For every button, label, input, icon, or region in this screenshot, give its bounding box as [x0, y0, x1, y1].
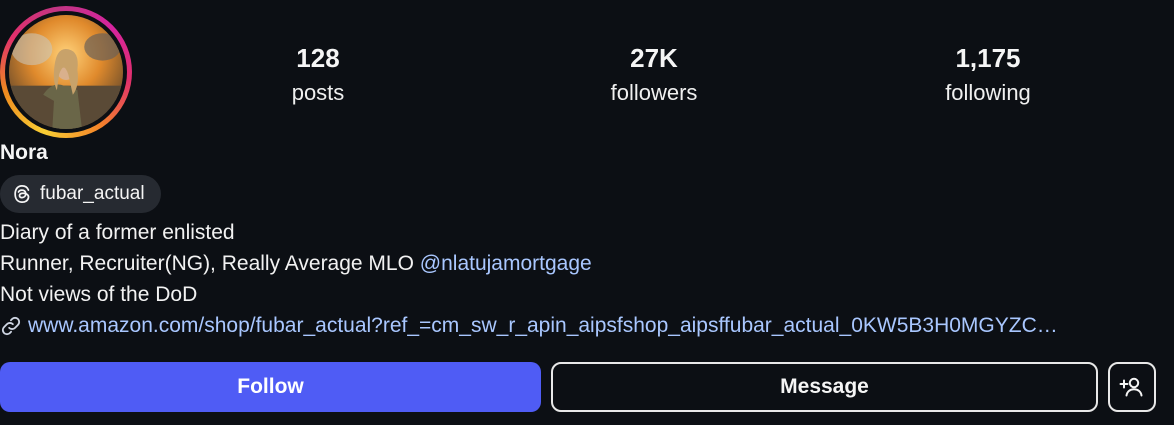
bio-line-2-text: Runner, Recruiter(NG), Really Average ML…	[0, 252, 420, 275]
threads-badge[interactable]: fubar_actual	[0, 175, 161, 213]
bio-line-3: Not views of the DoD	[0, 283, 198, 306]
followers-label[interactable]: followers	[554, 78, 754, 108]
follow-button[interactable]: Follow	[0, 362, 541, 412]
threads-handle: fubar_actual	[40, 183, 145, 204]
followers-stat[interactable]: 27K followers	[554, 42, 754, 108]
bio-line-1: Diary of a former enlisted	[0, 221, 235, 244]
posts-stat: 128 posts	[218, 42, 418, 108]
profile-avatar[interactable]	[0, 6, 132, 138]
bio-line-2: Runner, Recruiter(NG), Really Average ML…	[0, 248, 1174, 279]
message-button[interactable]: Message	[551, 362, 1098, 412]
link-icon	[1, 316, 21, 335]
following-count[interactable]: 1,175	[888, 42, 1088, 74]
bio-external-link[interactable]: www.amazon.com/shop/fubar_actual?ref_=cm…	[0, 310, 1155, 341]
following-stat[interactable]: 1,175 following	[888, 42, 1088, 108]
add-person-icon	[1119, 377, 1143, 397]
profile-header: 128 posts 27K followers 1,175 following …	[0, 0, 1174, 425]
following-label[interactable]: following	[888, 78, 1088, 108]
posts-count: 128	[296, 43, 340, 73]
profile-name: Nora	[0, 141, 48, 164]
bio-mention-link[interactable]: @nlatujamortgage	[420, 252, 592, 275]
bio-link-text[interactable]: www.amazon.com/shop/fubar_actual?ref_=cm…	[28, 310, 1058, 341]
posts-label: posts	[291, 80, 345, 105]
followers-count[interactable]: 27K	[554, 42, 754, 74]
profile-bio: Diary of a former enlisted Runner, Recru…	[0, 217, 1174, 341]
threads-icon	[14, 185, 30, 204]
suggested-accounts-button[interactable]	[1108, 362, 1156, 412]
avatar-photo	[9, 15, 123, 129]
